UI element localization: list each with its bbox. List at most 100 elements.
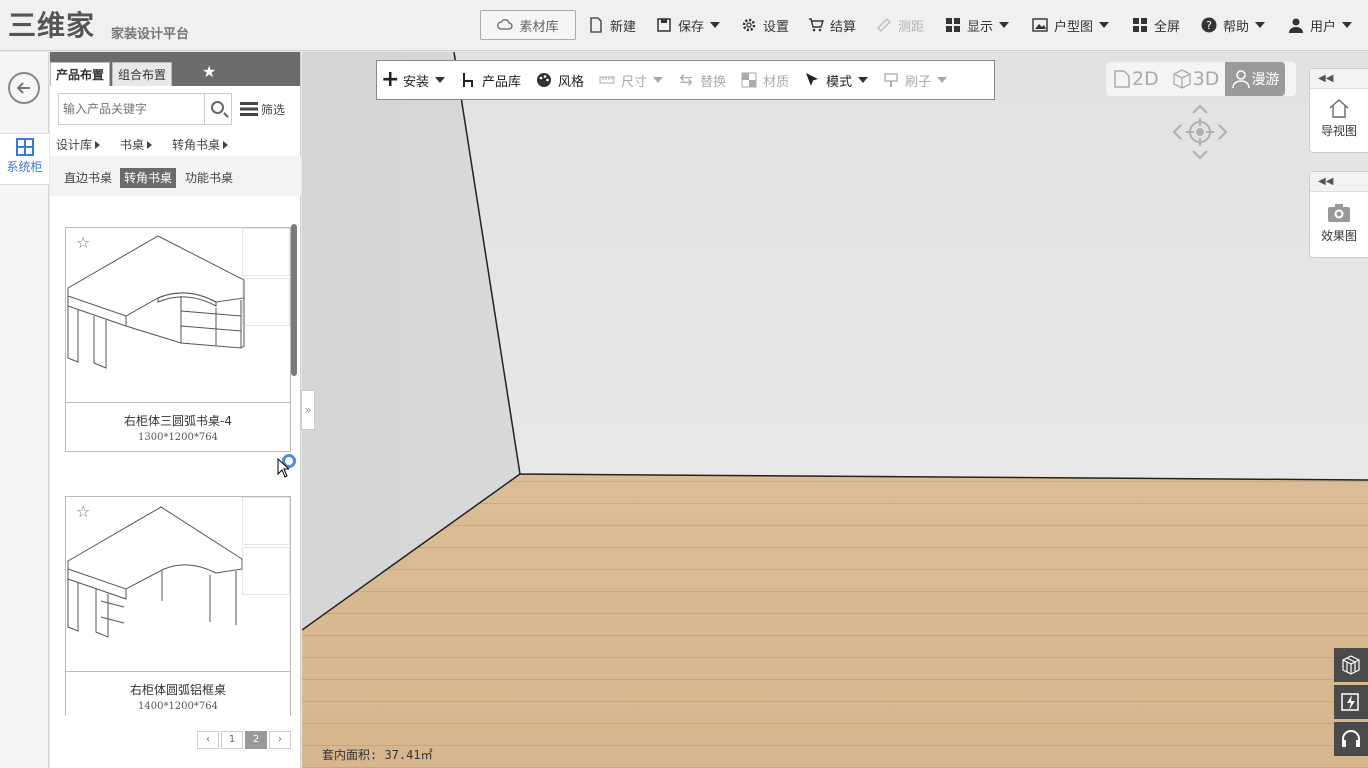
tool-size-label: 尺寸 (621, 74, 648, 90)
navigation-pad-icon[interactable] (1171, 103, 1229, 161)
chevron-down-icon (1099, 22, 1110, 28)
svg-text:?: ? (1206, 19, 1212, 32)
search-input[interactable] (58, 93, 204, 125)
edit-toolbar: + 安装 产品库 风格 尺寸 ⇆ 替换 材质 模式 刷子 (376, 60, 995, 100)
favorite-star-icon[interactable]: ☆ (76, 233, 90, 252)
page-2-button[interactable]: 2 (245, 731, 267, 749)
collapse-panel-button[interactable]: » (301, 390, 315, 430)
display-button[interactable]: 显示 (945, 10, 1010, 40)
product-panel: 产品布置 组合布置 ★ 筛选 设计库 书桌 转角书桌 直边书桌 转角书桌 功能书… (50, 52, 301, 768)
breadcrumb-item[interactable]: 设计库 (56, 136, 101, 153)
tab-combo-layout[interactable]: 组合布置 (112, 62, 173, 86)
product-thumbnail[interactable] (242, 228, 290, 276)
system-cabinet-label: 系统柜 (6, 160, 43, 174)
tool-style-label: 风格 (558, 74, 585, 90)
cart-icon (809, 18, 824, 32)
favorites-star-icon[interactable]: ★ (202, 62, 216, 81)
system-cabinet-tab[interactable]: 系统柜 (0, 133, 49, 185)
chevron-down-icon (435, 77, 446, 83)
texture-icon (741, 72, 757, 88)
grid-icon (946, 18, 960, 32)
product-thumbnail[interactable] (242, 497, 290, 545)
person-icon (1232, 70, 1251, 89)
view-3d-button[interactable]: 3D (1165, 62, 1226, 96)
search-button[interactable] (204, 93, 232, 125)
category-corner-desk[interactable]: 转角书桌 (120, 168, 177, 188)
tool-mode[interactable]: 模式 (804, 71, 869, 90)
filter-label: 筛选 (261, 102, 286, 117)
render-view-panel[interactable]: ◀◀ 效果图 (1309, 171, 1368, 258)
breadcrumb-item[interactable]: 书桌 (120, 136, 153, 153)
tool-install[interactable]: + 安装 (381, 67, 446, 92)
checkout-button[interactable]: 结算 (808, 10, 856, 40)
tool-product-library[interactable]: 产品库 (460, 71, 521, 90)
plus-icon: + (381, 67, 400, 92)
tab-product-layout[interactable]: 产品布置 (50, 62, 111, 86)
tool-mode-label: 模式 (826, 74, 853, 90)
material-library-button[interactable]: 素材库 (480, 10, 576, 40)
tool-material-label: 材质 (763, 74, 790, 90)
headset-icon[interactable] (1334, 722, 1368, 756)
measure-label: 测距 (898, 19, 925, 35)
fullscreen-icon (1133, 18, 1147, 32)
new-button[interactable]: 新建 (588, 10, 636, 40)
product-thumbnail[interactable] (242, 547, 290, 595)
tool-product-library-label: 产品库 (482, 74, 522, 90)
swap-icon: ⇆ (679, 70, 693, 89)
list-icon (240, 102, 258, 116)
cabinet-grid-icon (15, 138, 34, 156)
page-icon (1114, 70, 1130, 88)
cursor-icon (806, 73, 819, 86)
floorplan-label: 户型图 (1054, 19, 1094, 35)
next-page-button[interactable]: › (269, 731, 291, 749)
help-button[interactable]: ? 帮助 (1201, 10, 1266, 40)
tool-replace[interactable]: ⇆ 替换 (678, 71, 726, 90)
save-button[interactable]: 保存 (656, 10, 721, 40)
camera-icon (1328, 204, 1350, 222)
render-view-label: 效果图 (1320, 229, 1357, 243)
back-button[interactable] (8, 72, 40, 104)
measure-button[interactable]: 测距 (876, 10, 924, 40)
page-1-button[interactable]: 1 (221, 731, 243, 749)
home-icon (1329, 99, 1349, 118)
lightning-icon[interactable] (1334, 685, 1368, 719)
view-2d-button[interactable]: 2D (1106, 62, 1165, 96)
tool-brush[interactable]: 刷子 (883, 71, 948, 90)
product-thumbnail[interactable] (242, 278, 290, 326)
panel-header: 产品布置 组合布置 ★ (50, 52, 300, 86)
chevron-down-icon (1342, 22, 1353, 28)
collapse-left-icon[interactable]: ◀◀ (1310, 172, 1368, 192)
collapse-left-icon[interactable]: ◀◀ (1310, 69, 1368, 89)
logo: 三维家 家装设计平台 (8, 4, 189, 46)
fullscreen-button[interactable]: 全屏 (1132, 10, 1180, 40)
breadcrumb-item[interactable]: 转角书桌 (172, 136, 229, 153)
tool-size[interactable]: 尺寸 (599, 71, 664, 90)
new-label: 新建 (610, 19, 637, 35)
save-icon (657, 18, 671, 32)
category-straight-desk[interactable]: 直边书桌 (60, 168, 116, 188)
image-icon (1032, 18, 1048, 32)
product-card[interactable]: ☆ 右柜体圆弧铝框桌 1400*1200*764 (65, 496, 291, 716)
left-strip: 系统柜 (0, 52, 49, 768)
floorplan-button[interactable]: 户型图 (1032, 10, 1110, 40)
view-2d-label: 2D (1132, 68, 1159, 90)
tool-style[interactable]: 风格 (536, 71, 584, 90)
nav-view-panel[interactable]: ◀◀ 导视图 (1309, 68, 1368, 153)
filter-button[interactable]: 筛选 (240, 93, 285, 125)
view-walk-button[interactable]: 漫游 (1225, 62, 1286, 96)
category-function-desk[interactable]: 功能书桌 (181, 168, 237, 188)
favorite-star-icon[interactable]: ☆ (76, 502, 90, 521)
help-icon: ? (1201, 17, 1217, 33)
product-card[interactable]: ☆ 右柜体三圆弧书桌-4 1300*1200*764 (65, 227, 291, 452)
brush-icon (884, 73, 898, 87)
view-mode-switch: 2D 3D 漫游 (1106, 62, 1296, 96)
view-3d-label: 3D (1192, 68, 1220, 90)
cube-grid-icon[interactable] (1334, 648, 1368, 682)
settings-button[interactable]: 设置 (741, 10, 789, 40)
user-button[interactable]: 用户 (1288, 10, 1353, 40)
tool-material[interactable]: 材质 (741, 71, 789, 90)
prev-page-button[interactable]: ‹ (197, 731, 219, 749)
panel-scrollbar[interactable] (291, 224, 297, 376)
logo-tagline: 家装设计平台 (111, 27, 190, 42)
user-label: 用户 (1310, 19, 1337, 35)
